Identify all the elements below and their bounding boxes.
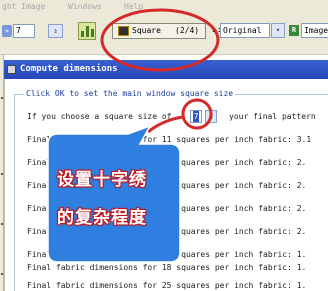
size-prompt-before: If you choose a square size of [27,112,172,121]
dialog-title-bar: Compute dimensions [4,60,328,79]
callout-line-1: 设置十字绣 [57,170,147,190]
square-count: (2/4) [175,26,200,35]
square-label: Square [132,26,161,35]
original-select[interactable]: Original [220,23,270,38]
square-size-input[interactable]: 7 [190,110,202,123]
result-row: Final fabric dimensions for 25 squares p… [27,281,307,290]
result-row: Final fabric dimensions for 22 squares p… [27,227,307,236]
result-row: Final fabric dimensions for 25 squares p… [27,250,307,259]
chevron-down-icon[interactable]: ▾ [271,23,285,38]
group-label: Click OK to set the main window square s… [24,89,236,98]
size-prompt-after: your final pattern [229,112,316,121]
menu-item-windows[interactable]: Windows [68,2,102,11]
chevron-icon[interactable]: » [2,25,12,37]
callout-line-2: 的复杂程度 [57,208,147,228]
menu-bar: ght Image Windows Help [0,0,328,13]
result-row: Final fabric dimensions for 18 squares p… [27,263,307,272]
spinner-icon[interactable]: ⇕ [48,24,63,38]
menu-item-help[interactable]: Help [124,2,143,11]
chart-tool-icon[interactable] [78,22,96,40]
toolbar: » 7 ⇕ Square (2/4) L: Original ▾ R Image [0,13,328,55]
grid-icon [118,26,129,36]
group-box [14,94,328,291]
number-field[interactable]: 7 [13,24,35,38]
square-size-value: 7 [192,111,200,122]
image-select[interactable]: Image [301,23,328,38]
dialog-title: Compute dimensions [20,64,118,74]
r-label: R [289,25,299,36]
menu-item-image[interactable]: ght Image [2,2,45,11]
square-size-spinner[interactable]: ▲ ▼ [205,110,217,123]
result-row: Final fabric dimensions for 11 squares p… [27,135,312,144]
square-size-button[interactable]: Square (2/4) [112,23,206,39]
window-icon [7,65,16,74]
